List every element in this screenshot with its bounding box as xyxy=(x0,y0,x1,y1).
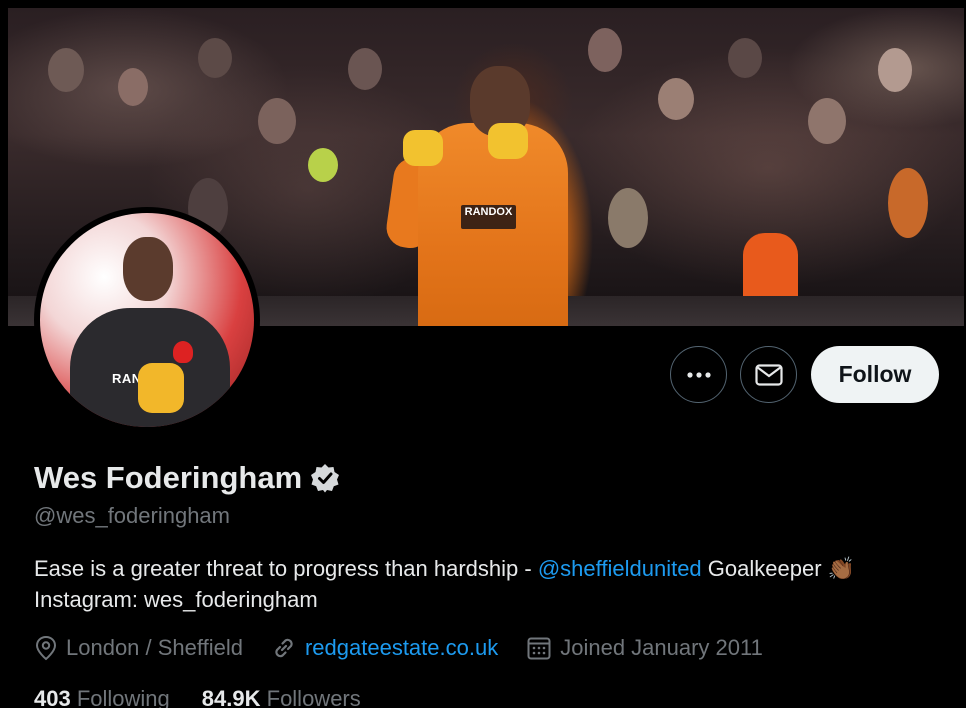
website-item: redgateestate.co.uk xyxy=(271,635,498,661)
envelope-icon xyxy=(754,363,783,386)
crowd-figure xyxy=(308,148,338,182)
avatar-glove xyxy=(138,363,184,413)
crowd-figure xyxy=(118,68,148,106)
crowd-figure xyxy=(888,168,928,238)
crowd-figure xyxy=(198,38,232,78)
link-icon xyxy=(275,638,293,658)
crowd-figure xyxy=(608,188,648,248)
user-handle: @wes_foderingham xyxy=(34,503,230,528)
glove-left xyxy=(403,130,443,166)
crowd-figure xyxy=(658,78,694,120)
name-row: Wes Foderingham xyxy=(34,460,340,496)
following-count: 403 xyxy=(34,686,71,708)
crowd-figure xyxy=(588,28,622,72)
followers-label: Followers xyxy=(266,686,361,708)
location-pin-icon xyxy=(35,635,57,661)
bio-text-end: Goalkeeper 👏🏾 xyxy=(701,556,856,581)
following-link[interactable]: 403 Following xyxy=(34,686,170,708)
location-item: London / Sheffield xyxy=(34,635,243,661)
bio-mention-link[interactable]: @sheffieldunited xyxy=(538,556,702,581)
followers-count: 84.9K xyxy=(201,686,261,708)
verified-badge-icon[interactable] xyxy=(310,463,340,493)
bio-instagram: Instagram: wes_foderingham xyxy=(34,587,318,612)
avatar-club-badge xyxy=(173,341,193,363)
crowd-figure xyxy=(808,98,846,144)
crowd-figure xyxy=(48,48,84,92)
follow-button[interactable]: Follow xyxy=(811,346,939,403)
message-button[interactable] xyxy=(740,346,797,403)
following-label: Following xyxy=(76,686,170,708)
banner-sponsor-text: RANDOX xyxy=(461,205,516,229)
joined-item: Joined January 2011 xyxy=(526,635,763,661)
avatar-head xyxy=(123,237,173,301)
profile-avatar[interactable]: RANDOX xyxy=(34,207,260,433)
calendar-icon xyxy=(527,637,551,660)
crowd-figure xyxy=(878,48,912,92)
crowd-figure xyxy=(348,48,382,90)
profile-bio: Ease is a greater threat to progress tha… xyxy=(34,553,934,615)
joined-text: Joined January 2011 xyxy=(560,635,763,660)
avatar-image: RANDOX xyxy=(40,213,254,427)
profile-meta: London / Sheffield redgateestate.co.uk J… xyxy=(34,635,791,661)
follow-stats: 403 Following 84.9K Followers xyxy=(34,686,393,708)
glove-right xyxy=(488,123,528,159)
crowd-figure xyxy=(728,38,762,78)
display-name: Wes Foderingham xyxy=(34,460,303,495)
bio-text: Ease is a greater threat to progress tha… xyxy=(34,556,538,581)
more-dots-icon xyxy=(686,371,711,378)
followers-link[interactable]: 84.9K Followers xyxy=(202,686,361,708)
crowd-figure xyxy=(258,98,296,144)
more-button[interactable] xyxy=(670,346,727,403)
location-text: London / Sheffield xyxy=(66,635,243,660)
website-link[interactable]: redgateestate.co.uk xyxy=(305,635,498,661)
